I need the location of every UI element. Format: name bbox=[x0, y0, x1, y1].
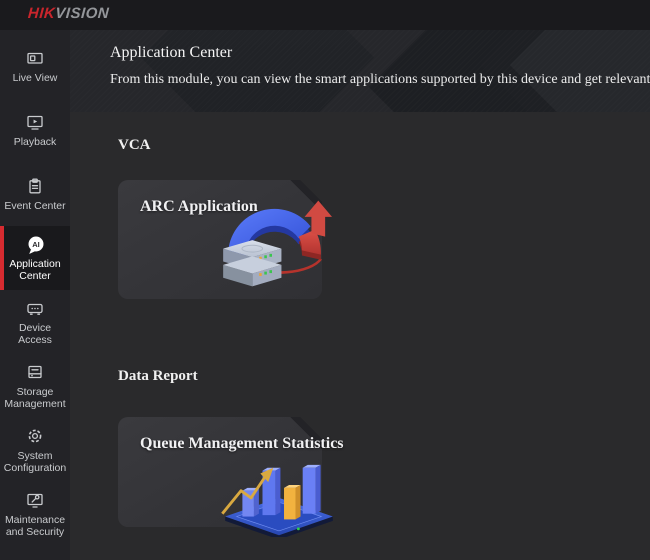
page-title: Application Center bbox=[110, 44, 232, 62]
sidebar-item-live-view[interactable]: Live View bbox=[0, 34, 70, 98]
sidebar-item-label: Maintenance and Security bbox=[1, 514, 69, 538]
ai-icon-text: AI bbox=[32, 240, 40, 249]
sidebar-item-event-center[interactable]: Event Center bbox=[0, 162, 70, 226]
banner-decorative-shape bbox=[141, 30, 374, 112]
page-description: From this module, you can view the smart… bbox=[110, 72, 650, 88]
sidebar-item-system-configuration[interactable]: System Configuration bbox=[0, 418, 70, 482]
banner-decorative-shape bbox=[482, 30, 650, 112]
system-configuration-gear-icon bbox=[25, 426, 45, 446]
arc-application-card[interactable]: ARC Application bbox=[118, 180, 322, 299]
hikvision-logo: HIKVISION bbox=[27, 5, 109, 22]
logo-vision-text: VISION bbox=[55, 5, 110, 22]
sidebar-item-device-access[interactable]: Device Access bbox=[0, 290, 70, 354]
playback-icon bbox=[25, 112, 45, 132]
storage-management-icon bbox=[25, 362, 45, 382]
device-access-icon bbox=[25, 298, 45, 318]
sidebar-nav: Live View Playback Event Center bbox=[0, 30, 70, 560]
event-center-icon bbox=[25, 176, 45, 196]
sidebar-item-application-center[interactable]: AI Application Center bbox=[0, 226, 70, 290]
sidebar-item-label: Playback bbox=[14, 136, 57, 148]
application-center-ai-icon: AI bbox=[25, 234, 45, 254]
sidebar-item-maintenance-security[interactable]: Maintenance and Security bbox=[0, 482, 70, 546]
arc-servers-illustration bbox=[218, 197, 338, 296]
sidebar-item-storage-management[interactable]: Storage Management bbox=[0, 354, 70, 418]
live-view-icon bbox=[25, 48, 45, 68]
sidebar-item-label: Device Access bbox=[1, 322, 69, 346]
page-banner: Application Center From this module, you… bbox=[70, 30, 650, 112]
app-window: HIKVISION Live View Playback bbox=[0, 0, 650, 560]
sidebar-item-label: Event Center bbox=[4, 200, 65, 212]
maintenance-security-icon bbox=[25, 490, 45, 510]
bar-chart-tablet-illustration bbox=[218, 443, 340, 537]
banner-decorative-shape bbox=[369, 30, 581, 112]
sidebar-item-playback[interactable]: Playback bbox=[0, 98, 70, 162]
sidebar-item-label: Live View bbox=[13, 72, 58, 84]
sidebar-item-label: Storage Management bbox=[1, 386, 69, 410]
top-bar: HIKVISION bbox=[0, 0, 650, 30]
logo-hik-text: HIK bbox=[27, 5, 56, 22]
sidebar-item-label: Application Center bbox=[1, 258, 69, 282]
section-heading-vca: VCA bbox=[118, 137, 151, 154]
section-heading-data-report: Data Report bbox=[118, 368, 198, 385]
queue-management-statistics-card[interactable]: Queue Management Statistics bbox=[118, 417, 322, 527]
server-stack-illustration bbox=[223, 240, 281, 286]
sidebar-item-label: System Configuration bbox=[1, 450, 69, 474]
